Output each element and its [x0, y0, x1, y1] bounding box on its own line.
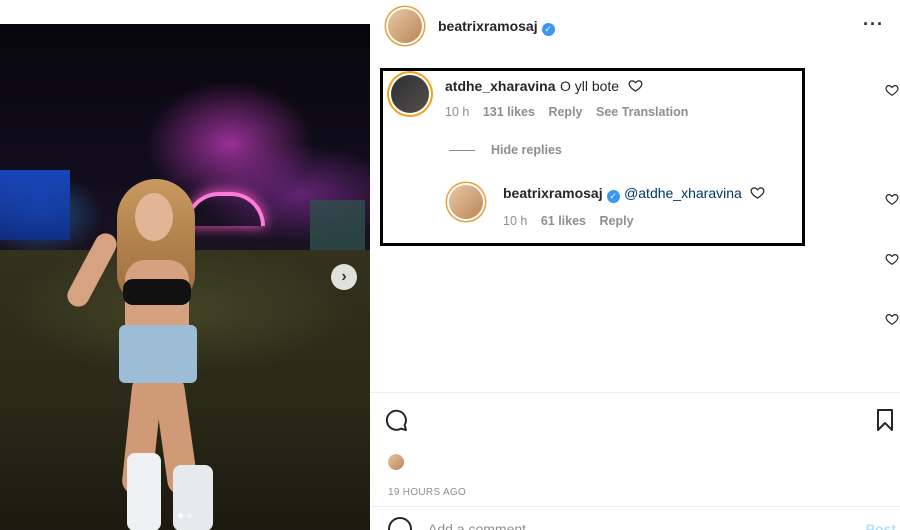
verified-badge-icon: ✓	[606, 190, 620, 203]
heart-outline-icon[interactable]	[885, 192, 899, 206]
stage-lights	[0, 170, 70, 240]
author-username[interactable]: beatrixramosaj ✓	[438, 18, 555, 36]
chevron-right-icon: ›	[341, 268, 347, 285]
festival-tent	[310, 200, 365, 255]
emoji-icon[interactable]	[388, 517, 412, 530]
comment-icon[interactable]	[384, 408, 408, 432]
comment-likes[interactable]: 131 likes	[483, 105, 535, 119]
reply-meta: 10 h 61 likes Reply	[503, 214, 644, 228]
reply-mention-link[interactable]: @atdhe_xharavina	[624, 185, 742, 201]
composer-divider	[370, 506, 900, 507]
heart-outline-icon[interactable]	[885, 83, 899, 97]
heart-outline-icon[interactable]	[885, 312, 899, 326]
reply-button[interactable]: Reply	[600, 214, 634, 228]
reply: beatrixramosaj ✓ @atdhe_xharavina	[503, 185, 765, 203]
reply-likes[interactable]: 61 likes	[541, 214, 586, 228]
reply-username[interactable]: beatrixramosaj	[503, 185, 603, 201]
reply-avatar[interactable]	[449, 185, 483, 219]
carousel-indicator	[0, 505, 370, 523]
reply-time: 10 h	[503, 214, 528, 228]
heart-outline-icon[interactable]	[628, 78, 643, 93]
next-image-button[interactable]: ›	[331, 264, 357, 290]
post-image[interactable]: ›	[0, 0, 370, 530]
comment-text: O yll bote	[559, 78, 620, 94]
image-top-strip	[0, 0, 370, 24]
post-header: beatrixramosaj ✓ ···	[370, 0, 900, 50]
post-details-panel: beatrixramosaj ✓ ··· atdhe_xharavina O yl…	[370, 0, 900, 530]
hide-replies-button[interactable]: Hide replies	[449, 143, 562, 157]
person-figure	[63, 175, 225, 530]
reply-button[interactable]: Reply	[548, 105, 582, 119]
verified-badge-icon: ✓	[541, 23, 555, 36]
comment-meta: 10 h 131 likes Reply See Translation	[445, 105, 698, 119]
more-options-icon[interactable]: ···	[863, 14, 884, 35]
heart-outline-icon[interactable]	[885, 252, 899, 266]
post-comment-button[interactable]: Post	[866, 521, 896, 530]
carousel-dot-active	[178, 513, 183, 518]
heart-outline-icon[interactable]	[750, 185, 765, 200]
highlighted-comment-thread: atdhe_xharavina O yll bote 10 h 131 like…	[380, 68, 805, 246]
actions-divider	[370, 392, 900, 393]
commenter-avatar[interactable]	[391, 75, 429, 113]
author-avatar[interactable]	[388, 9, 422, 43]
bookmark-icon[interactable]	[873, 408, 897, 432]
hide-replies-line	[449, 150, 475, 152]
comment-username[interactable]: atdhe_xharavina	[445, 78, 556, 94]
liker-avatar[interactable]	[388, 454, 404, 470]
carousel-dot	[187, 513, 192, 518]
see-translation-button[interactable]: See Translation	[596, 105, 688, 119]
post-timestamp: 19 HOURS AGO	[388, 487, 467, 498]
add-comment-input[interactable]	[428, 520, 808, 530]
comment-time: 10 h	[445, 105, 470, 119]
comment: atdhe_xharavina O yll bote	[445, 78, 643, 96]
